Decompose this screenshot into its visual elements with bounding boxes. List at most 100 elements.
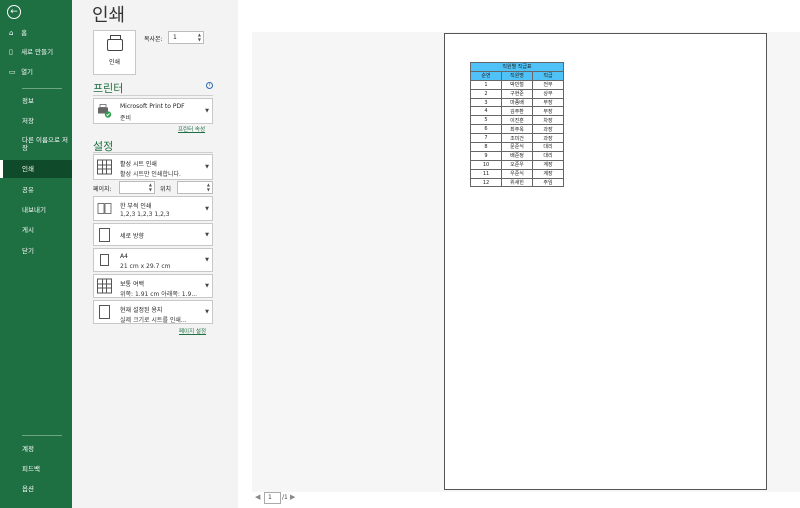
- table-row: 9 배준정 대리: [470, 150, 564, 161]
- collate-title: 한 부씩 인쇄: [120, 203, 152, 210]
- paper-size-icon: [100, 254, 109, 266]
- copies-label: 복사본:: [144, 36, 163, 43]
- table-cell: 7: [470, 133, 502, 144]
- employee-rank-table: 직원별 직급표 순번 직원명 직급 1 박민철 전무 2 구현준 상무 3 마종배 부장 4 김주환…: [470, 62, 564, 188]
- margins-dropdown[interactable]: 보통 여백 위쪽: 1.91 cm 아래쪽: 1.9... ▼: [93, 274, 213, 298]
- scope-title: 활성 시트 인쇄: [120, 161, 157, 168]
- nav-item-share[interactable]: 공유: [0, 181, 72, 199]
- margins-icon: [97, 278, 112, 294]
- table-cell: 4: [470, 106, 502, 117]
- table-cell: 계장: [532, 168, 564, 179]
- printer-ready-icon: [97, 104, 112, 119]
- collate-dropdown[interactable]: 한 부씩 인쇄 1,2,3 1,2,3 1,2,3 ▼: [93, 196, 213, 221]
- column-header: 직급: [532, 70, 564, 81]
- current-page-input[interactable]: 1: [264, 492, 281, 504]
- scaling-dropdown[interactable]: 현재 설정된 용지 실제 크기로 시트를 인쇄... ▼: [93, 300, 213, 324]
- collate-desc: 1,2,3 1,2,3 1,2,3: [120, 211, 170, 218]
- table-row: 8 문준식 대리: [470, 142, 564, 152]
- print-button-label: 인쇄: [108, 59, 121, 66]
- table-cell: 최주옥: [501, 124, 533, 135]
- copies-input[interactable]: 1 ▲ ▼: [168, 31, 204, 44]
- home-icon: ⌂: [9, 29, 14, 37]
- nav-item-save-as[interactable]: 다른 이름으로 저장: [0, 135, 70, 153]
- nav-item-label: 홈: [21, 29, 28, 37]
- spinner-arrows-icon[interactable]: ▲ ▼: [149, 182, 152, 192]
- table-cell: 마종배: [501, 97, 533, 108]
- table-row: 11 우준식 계장: [470, 168, 564, 179]
- nav-item-open[interactable]: ▭ 열기: [0, 63, 72, 81]
- page-title: 인쇄: [92, 5, 126, 26]
- table-cell: 12: [470, 177, 502, 188]
- portrait-page-icon: [99, 227, 110, 242]
- table-cell: 대리: [532, 150, 564, 161]
- table-cell: 상무: [532, 88, 564, 99]
- table-cell: 김주환: [501, 106, 533, 117]
- table-cell: 9: [470, 150, 502, 161]
- table-cell: 과장: [532, 124, 564, 135]
- folder-icon: ▭: [9, 68, 16, 76]
- nav-item-home[interactable]: ⌂ 홈: [0, 24, 72, 42]
- table-cell: 배준정: [501, 150, 533, 161]
- table-row: 7 조미건 과장: [470, 133, 564, 144]
- excel-backstage: ← ⌂ 홈 ▯ 새로 만들기 ▭ 열기 정보 저장 다른 이름으로 저장 인쇄 …: [0, 0, 800, 508]
- page-from-input[interactable]: ▲ ▼: [119, 181, 155, 194]
- orientation-dropdown[interactable]: 세로 방향 ▼: [93, 223, 213, 246]
- column-header: 직원명: [501, 70, 533, 81]
- table-cell: 10: [470, 159, 502, 170]
- table-cell: 부장: [532, 106, 564, 117]
- scaling-page-icon: [99, 305, 110, 319]
- nav-item-account[interactable]: 계정: [0, 440, 72, 458]
- margins-desc: 위쪽: 1.91 cm 아래쪽: 1.9...: [120, 291, 198, 298]
- previous-page-icon[interactable]: ◀: [255, 493, 260, 501]
- nav-item-save[interactable]: 저장: [0, 112, 72, 130]
- chevron-down-icon: ▼: [205, 108, 209, 114]
- table-row: 2 구현준 상무: [470, 88, 564, 99]
- nav-item-print[interactable]: 인쇄: [0, 160, 72, 178]
- chevron-down-icon: ▼: [205, 283, 209, 289]
- printer-status: 준비: [120, 115, 132, 122]
- table-cell: 11: [470, 168, 502, 179]
- spinner-arrows-icon[interactable]: ▲ ▼: [198, 32, 201, 42]
- table-cell: 차장: [532, 115, 564, 126]
- table-title: 직원별 직급표: [470, 62, 564, 72]
- info-icon[interactable]: i: [206, 82, 213, 89]
- table-cell: 6: [470, 124, 502, 135]
- nav-divider: [22, 88, 62, 89]
- nav-item-export[interactable]: 내보내기: [0, 201, 72, 219]
- nav-item-label: 새로 만들기: [21, 48, 54, 56]
- next-page-icon[interactable]: ▶: [290, 493, 295, 501]
- nav-item-info[interactable]: 정보: [0, 92, 72, 110]
- page-setup-link[interactable]: 페이지 설정: [179, 327, 206, 335]
- pages-label: 페이지:: [93, 186, 112, 193]
- print-button[interactable]: 인쇄: [93, 30, 136, 75]
- nav-item-feedback[interactable]: 피드백: [0, 460, 72, 478]
- nav-item-publish[interactable]: 게시: [0, 221, 72, 239]
- total-pages: /1: [282, 494, 288, 501]
- spinner-arrows-icon[interactable]: ▲ ▼: [207, 182, 210, 192]
- table-cell: 박민철: [501, 79, 533, 90]
- printer-dropdown[interactable]: Microsoft Print to PDF 준비 ▼: [93, 98, 213, 124]
- page-to-input[interactable]: ▲ ▼: [177, 181, 213, 194]
- printer-name: Microsoft Print to PDF: [120, 103, 185, 110]
- chevron-down-icon: ▼: [205, 309, 209, 315]
- print-scope-dropdown[interactable]: 활성 시트 인쇄 활성 시트만 인쇄합니다. ▼: [93, 154, 213, 180]
- back-arrow-icon[interactable]: ←: [7, 5, 21, 19]
- paper-size-dropdown[interactable]: A4 21 cm x 29.7 cm ▼: [93, 248, 213, 272]
- printer-properties-link[interactable]: 프린터 속성: [178, 125, 205, 133]
- sheet-grid-icon: [97, 159, 112, 175]
- table-cell: 1: [470, 79, 502, 90]
- table-cell: 5: [470, 115, 502, 126]
- table-cell: 2: [470, 88, 502, 99]
- scope-desc: 활성 시트만 인쇄합니다.: [120, 171, 181, 178]
- table-cell: 과장: [532, 133, 564, 144]
- nav-item-new[interactable]: ▯ 새로 만들기: [0, 43, 72, 61]
- paper-size-title: A4: [120, 253, 128, 260]
- table-cell: 주임: [532, 177, 564, 188]
- table-row: 1 박민철 전무: [470, 79, 564, 90]
- table-cell: 구현준: [501, 88, 533, 99]
- table-cell: 전무: [532, 79, 564, 90]
- chevron-down-icon: ▼: [205, 205, 209, 212]
- new-document-icon: ▯: [9, 48, 13, 56]
- nav-item-close[interactable]: 닫기: [0, 242, 72, 260]
- nav-item-options[interactable]: 옵션: [0, 480, 72, 498]
